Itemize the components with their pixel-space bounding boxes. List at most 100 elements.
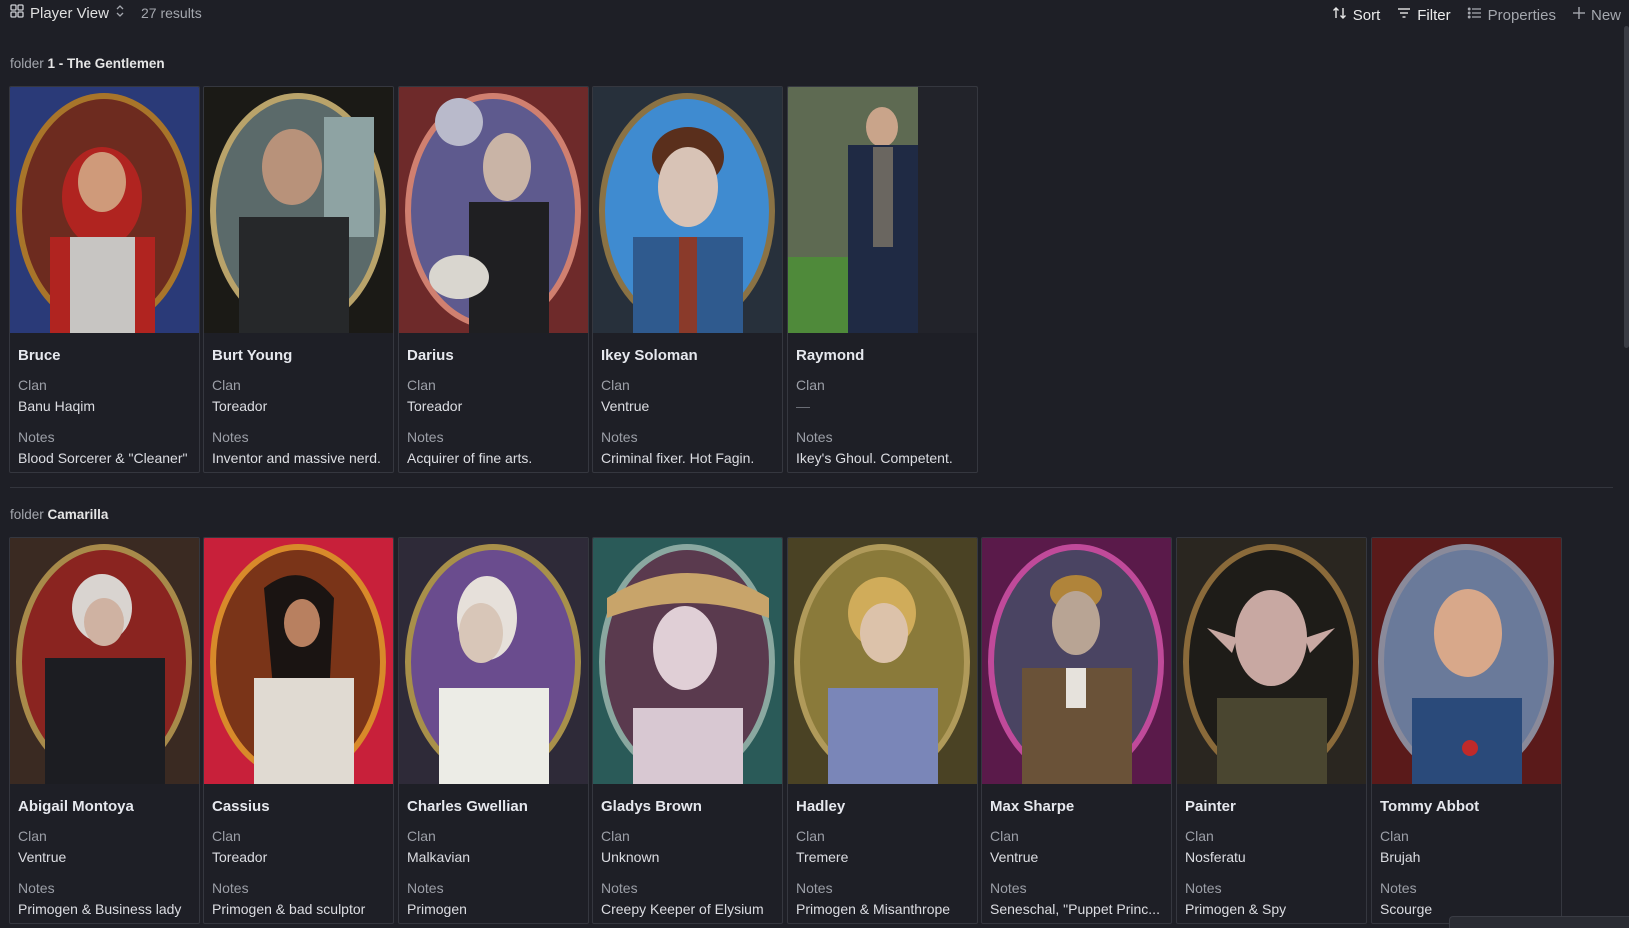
clan-label: Clan [212,828,241,844]
card-title: Cassius [212,798,270,815]
group-header: folder Camarilla [10,507,108,522]
card-title: Tommy Abbot [1380,798,1480,815]
filter-icon [1396,5,1412,25]
properties-button[interactable]: Properties [1459,3,1564,27]
portrait-image [1372,538,1561,784]
portrait-image [204,87,393,333]
notes-value: Primogen & Spy [1185,901,1287,917]
portrait-image [10,538,199,784]
notes-value: Ikey's Ghoul. Competent. [796,450,953,466]
portrait-image [788,87,977,333]
clan-value: Unknown [601,849,660,865]
clan-value: Banu Haqim [18,398,96,414]
clan-label: Clan [796,828,825,844]
card[interactable]: Painter Clan Nosferatu Notes Primogen & … [1176,537,1367,924]
clan-value: Toreador [212,398,268,414]
notes-label: Notes [601,880,638,896]
card[interactable]: Gladys Brown Clan Unknown Notes Creepy K… [592,537,783,924]
group-title: 1 - The Gentlemen [47,56,165,71]
group-divider [10,487,1613,488]
status-toast [1449,916,1629,928]
notes-label: Notes [1380,880,1417,896]
portrait-image [399,87,588,333]
card[interactable]: Cassius Clan Toreador Notes Primogen & b… [203,537,394,924]
sort-label: Sort [1352,6,1381,24]
notes-label: Notes [990,880,1027,896]
card[interactable]: Raymond Clan — Notes Ikey's Ghoul. Compe… [787,86,978,473]
card-title: Abigail Montoya [18,798,134,815]
card-title: Gladys Brown [601,798,702,815]
clan-value: Toreador [212,849,268,865]
clan-value: Ventrue [601,398,650,414]
card-title: Raymond [796,347,865,364]
grid-icon [10,4,24,22]
portrait-image [982,538,1171,784]
clan-label: Clan [18,828,47,844]
view-switcher[interactable]: Player View [10,4,125,22]
clan-label: Clan [1380,828,1409,844]
notes-value: Acquirer of fine arts. [407,450,533,466]
card[interactable]: Tommy Abbot Clan Brujah Notes Scourge [1371,537,1562,924]
clan-label: Clan [18,377,47,393]
card-title: Bruce [18,347,61,364]
clan-label: Clan [601,377,630,393]
notes-value: Primogen & Misanthrope [796,901,951,917]
clan-value: Tremere [796,849,849,865]
portrait-image [593,87,782,333]
notes-label: Notes [796,429,833,445]
notes-label: Notes [212,880,249,896]
notes-label: Notes [407,429,444,445]
results-count: 27 results [141,5,202,21]
portrait-image [788,538,977,784]
portrait-image [593,538,782,784]
clan-value: — [796,398,810,414]
card[interactable]: Bruce Clan Banu Haqim Notes Blood Sorcer… [9,86,200,473]
notes-value: Creepy Keeper of Elysium [601,901,764,917]
card-title: Painter [1185,798,1236,815]
notes-label: Notes [601,429,638,445]
group-prefix: folder [10,507,44,522]
card-title: Burt Young [212,347,293,364]
clan-value: Brujah [1380,849,1421,865]
sort-icon [1332,5,1348,25]
card[interactable]: Charles Gwellian Clan Malkavian Notes Pr… [398,537,589,924]
card-title: Hadley [796,798,846,815]
filter-button[interactable]: Filter [1388,3,1458,27]
list-icon [1467,5,1483,25]
card-title: Max Sharpe [990,798,1075,815]
clan-value: Ventrue [18,849,67,865]
new-button[interactable]: New [1564,4,1629,26]
notes-label: Notes [18,880,55,896]
notes-label: Notes [407,880,444,896]
card[interactable]: Burt Young Clan Toreador Notes Inventor … [203,86,394,473]
notes-label: Notes [796,880,833,896]
notes-value: Scourge [1380,901,1433,917]
notes-label: Notes [18,429,55,445]
portrait-image [10,87,199,333]
notes-value: Inventor and massive nerd. [212,450,381,466]
group-title: Camarilla [47,507,109,522]
view-name: Player View [30,4,109,22]
notes-label: Notes [212,429,249,445]
group-header: folder 1 - The Gentlemen [10,56,165,71]
card-title: Charles Gwellian [407,798,528,815]
notes-value: Seneschal, "Puppet Princ... [990,901,1160,917]
toolbar: Player View 27 results Sort Filter Prope… [0,0,1629,26]
group-prefix: folder [10,56,44,71]
clan-label: Clan [1185,828,1214,844]
vertical-scrollbar[interactable] [1624,26,1629,348]
card[interactable]: Max Sharpe Clan Ventrue Notes Seneschal,… [981,537,1172,924]
sort-button[interactable]: Sort [1324,3,1389,27]
chevron-updown-icon [115,4,125,22]
plus-icon [1572,6,1586,24]
card[interactable]: Darius Clan Toreador Notes Acquirer of f… [398,86,589,473]
clan-value: Toreador [407,398,463,414]
card[interactable]: Hadley Clan Tremere Notes Primogen & Mis… [787,537,978,924]
clan-value: Malkavian [407,849,471,865]
card[interactable]: Ikey Soloman Clan Ventrue Notes Criminal… [592,86,783,473]
portrait-image [204,538,393,784]
clan-label: Clan [601,828,630,844]
clan-label: Clan [796,377,825,393]
card[interactable]: Abigail Montoya Clan Ventrue Notes Primo… [9,537,200,924]
notes-value: Primogen & bad sculptor [212,901,366,917]
